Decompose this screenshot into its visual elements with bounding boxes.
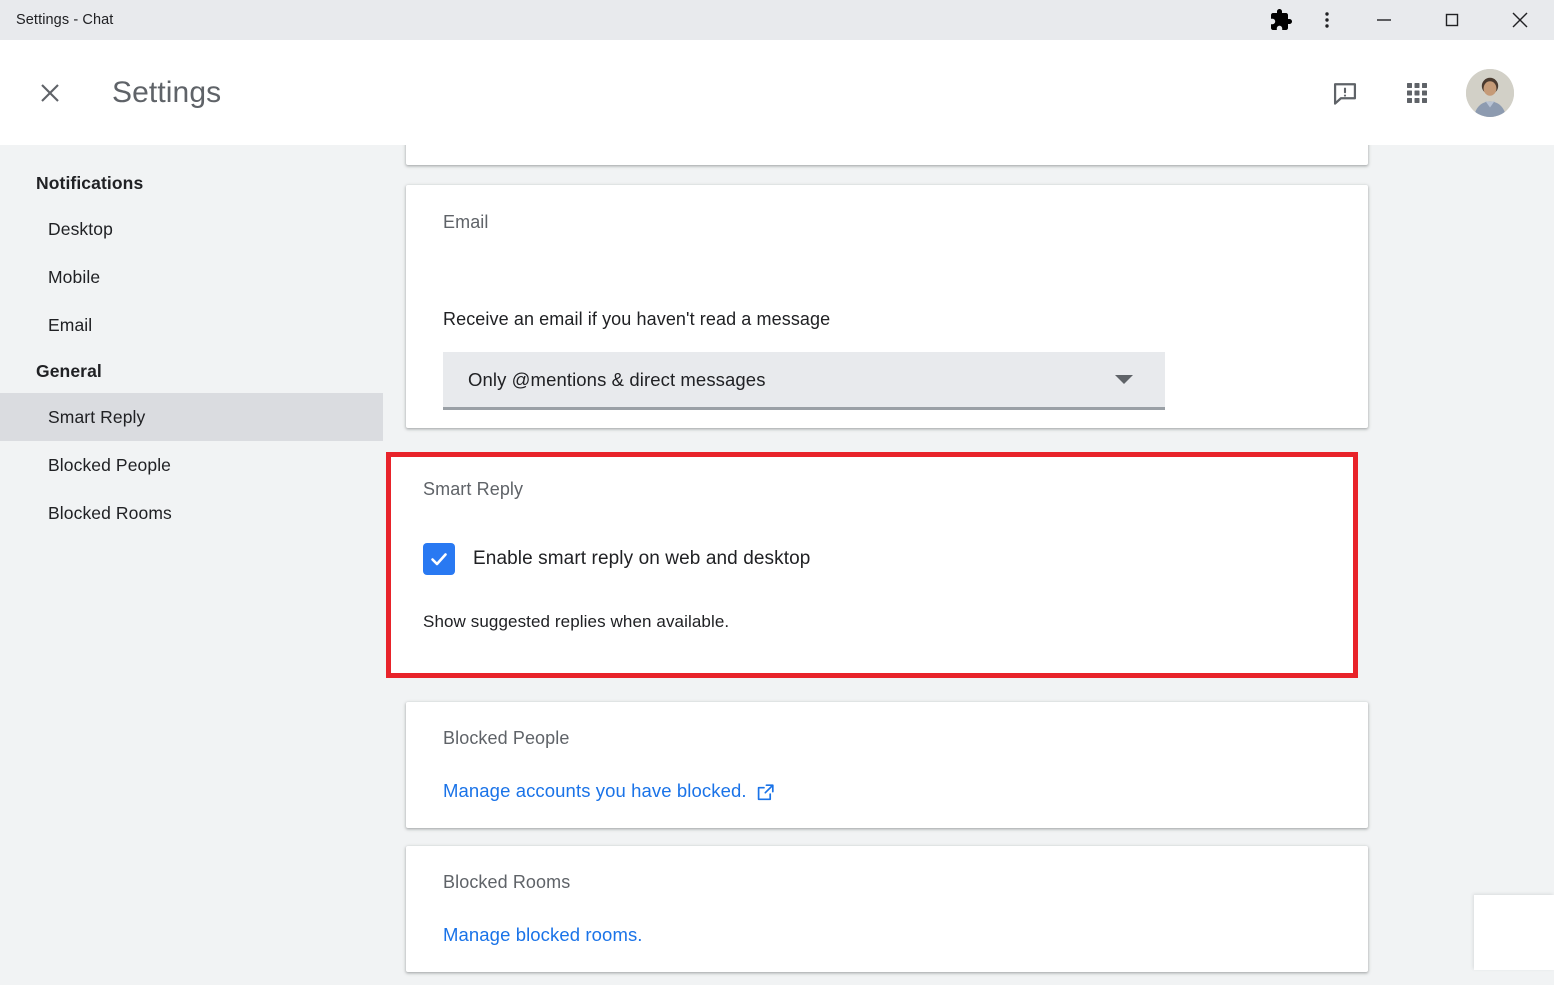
email-card-description: Receive an email if you haven't read a m… (443, 309, 831, 329)
settings-content: Email Receive an email if you haven't re… (383, 145, 1554, 985)
email-frequency-value: Only @mentions & direct messages (468, 368, 766, 390)
sidebar-group-general: General (36, 361, 102, 381)
manage-blocked-rooms-link[interactable]: Manage blocked rooms. (443, 924, 643, 946)
sidebar-item-desktop[interactable]: Desktop (0, 205, 383, 253)
three-dot-menu-icon[interactable] (1304, 0, 1350, 40)
manage-blocked-accounts-link[interactable]: Manage accounts you have blocked. (443, 780, 775, 802)
email-settings-card: Email Receive an email if you haven't re… (406, 185, 1368, 428)
smart-reply-checkbox-label: Enable smart reply on web and desktop (473, 548, 811, 569)
maximize-icon[interactable] (1418, 0, 1486, 40)
feedback-icon[interactable] (1322, 70, 1368, 116)
checkmark-icon (431, 553, 447, 566)
page-title: Settings (112, 75, 222, 109)
apps-grid-icon[interactable] (1394, 70, 1440, 116)
external-link-icon (756, 783, 775, 802)
blocked-rooms-card: Blocked Rooms Manage blocked rooms. (406, 846, 1368, 972)
email-card-title: Email (443, 212, 489, 232)
window-title: Settings - Chat (16, 12, 114, 28)
chevron-down-icon (1115, 375, 1133, 384)
window-close-icon[interactable] (1486, 0, 1554, 40)
account-avatar[interactable] (1466, 68, 1514, 117)
card-above-partial (406, 145, 1368, 165)
corner-overlay-box (1474, 895, 1554, 970)
smart-reply-card-title: Smart Reply (423, 479, 524, 499)
sidebar-item-smart-reply[interactable]: Smart Reply (0, 393, 383, 441)
sidebar-group-notifications: Notifications (36, 173, 144, 193)
manage-blocked-accounts-link-text: Manage accounts you have blocked. (443, 780, 747, 801)
blocked-rooms-card-title: Blocked Rooms (443, 872, 571, 892)
manage-blocked-rooms-link-text: Manage blocked rooms. (443, 924, 643, 945)
settings-body: Notifications Desktop Mobile Email Gener… (0, 145, 1554, 985)
minimize-icon[interactable] (1350, 0, 1418, 40)
smart-reply-helper-text: Show suggested replies when available. (423, 612, 730, 631)
smart-reply-card: Smart Reply Enable smart reply on web an… (386, 452, 1358, 678)
sidebar-item-email[interactable]: Email (0, 301, 383, 349)
extensions-puzzle-icon[interactable] (1258, 0, 1304, 40)
settings-close-icon[interactable] (26, 69, 74, 117)
sidebar-item-blocked-people[interactable]: Blocked People (0, 441, 383, 489)
blocked-people-card: Blocked People Manage accounts you have … (406, 702, 1368, 828)
app-header: Settings (0, 40, 1554, 145)
email-frequency-select[interactable]: Only @mentions & direct messages (443, 352, 1165, 410)
blocked-people-card-title: Blocked People (443, 728, 570, 748)
settings-sidebar: Notifications Desktop Mobile Email Gener… (0, 145, 383, 985)
window-titlebar: Settings - Chat (0, 0, 1554, 40)
sidebar-item-blocked-rooms[interactable]: Blocked Rooms (0, 489, 383, 537)
smart-reply-checkbox-row[interactable]: Enable smart reply on web and desktop (423, 543, 810, 575)
smart-reply-checkbox[interactable] (423, 543, 455, 575)
sidebar-item-mobile[interactable]: Mobile (0, 253, 383, 301)
